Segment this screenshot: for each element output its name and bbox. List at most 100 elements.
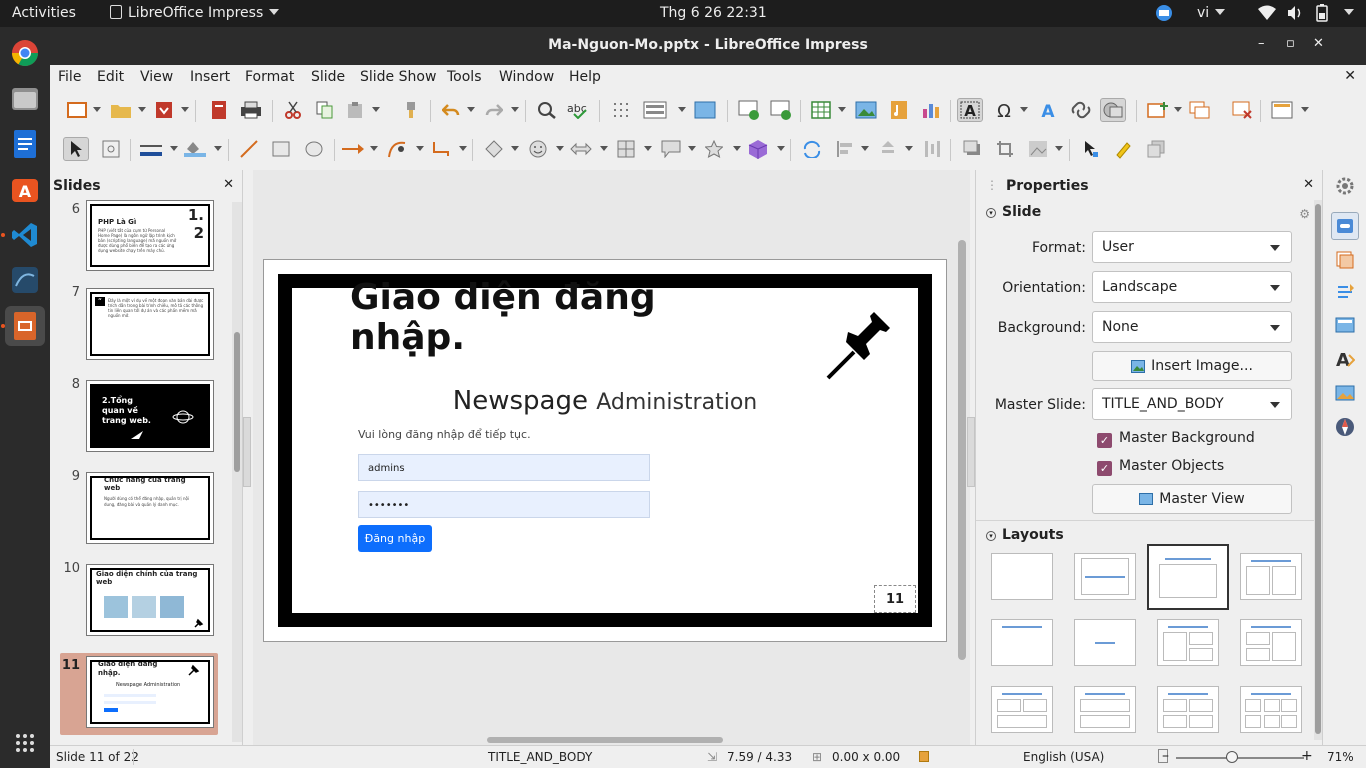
background-select[interactable]: None [1092,311,1292,343]
insert-line-icon[interactable] [236,137,262,161]
chevron-down-icon[interactable] [511,146,519,151]
slide-thumbnail-11[interactable]: 11 Giao diện đăng nhập. Newspage Adminis… [60,653,218,735]
chevron-down-icon[interactable] [467,107,475,112]
layout-title-2-content[interactable] [1240,553,1302,600]
chevron-down-icon[interactable] [733,146,741,151]
vertical-scrollbar[interactable] [958,240,966,660]
block-arrows-icon[interactable] [568,137,594,161]
battery-icon[interactable] [1316,4,1328,26]
select-arrow-icon[interactable] [63,137,89,161]
chevron-down-icon[interactable] [1055,146,1063,151]
arrow-line-icon[interactable] [340,137,366,161]
new-document-icon[interactable] [64,98,90,122]
layout-title-4-content[interactable] [1157,686,1219,733]
document-modified-icon[interactable] [919,751,929,762]
menu-edit[interactable]: Edit [97,69,124,85]
menu-help[interactable]: Help [569,69,601,85]
input-method-menu[interactable]: vi [1197,5,1226,21]
properties-deck-icon[interactable] [1331,212,1359,240]
chevron-down-icon[interactable] [138,107,146,112]
chevron-down-icon[interactable] [511,107,519,112]
open-folder-icon[interactable] [108,98,134,122]
zoom-in-button[interactable]: + [1301,748,1313,764]
master-slide-select[interactable]: TITLE_AND_BODY [1092,388,1292,420]
slide-number-field[interactable]: 11 [874,585,916,613]
clone-formatting-icon[interactable] [398,98,424,122]
chevron-down-icon[interactable] [181,107,189,112]
styles-icon[interactable]: A [1331,345,1359,373]
layout-title-6-content[interactable] [1240,686,1302,733]
show-applications-icon[interactable] [5,723,45,763]
slide-counter[interactable]: Slide 11 of 22 [56,750,139,764]
special-character-icon[interactable]: Ω [991,98,1017,122]
stars-icon[interactable] [701,137,727,161]
chevron-down-icon[interactable] [838,107,846,112]
chevron-down-icon[interactable] [777,146,785,151]
menu-tools[interactable]: Tools [447,69,482,85]
format-select[interactable]: User [1092,231,1292,263]
files-icon[interactable] [5,78,45,118]
sidebar-collapse-handle[interactable] [967,417,975,487]
chevron-down-icon[interactable] [459,146,467,151]
master-objects-checkbox[interactable]: ✓ Master Objects [1097,458,1224,476]
minimize-button[interactable]: – [1258,36,1265,51]
software-center-icon[interactable]: A [5,169,45,209]
curve-icon[interactable] [384,137,410,161]
wifi-icon[interactable] [1258,5,1276,25]
save-icon[interactable] [151,98,177,122]
close-window-button[interactable]: ✕ [1313,36,1324,51]
fontwork-icon[interactable]: A [1035,98,1061,122]
slide-edit-area[interactable]: Giao diện đăng nhập. Newspage Administra… [253,170,970,745]
chevron-down-icon[interactable] [861,146,869,151]
navigator-icon[interactable] [1331,413,1359,441]
filter-icon[interactable] [1025,137,1051,161]
slide-thumbnail-7[interactable]: 7 “ Đây là một ví dụ về một đoạn văn bản… [60,285,218,367]
display-views-icon[interactable] [642,98,668,122]
shadow-icon[interactable] [959,137,985,161]
slides-pane-collapse-handle[interactable] [243,417,251,487]
chevron-down-icon[interactable] [1174,107,1182,112]
layout-title-content[interactable] [1147,544,1229,610]
vscode-icon[interactable] [5,215,45,255]
spelling-icon[interactable]: abc [566,98,592,122]
insert-chart-icon[interactable] [918,98,944,122]
copy-icon[interactable] [312,98,338,122]
master-slide-icon[interactable] [692,98,718,122]
horizontal-scrollbar[interactable] [487,737,723,743]
volume-icon[interactable] [1287,5,1303,25]
more-options-icon[interactable]: ⚙ [1299,207,1310,221]
layout-title-only-top[interactable] [991,619,1053,666]
app-menu[interactable]: LibreOffice Impress [110,5,280,21]
chevron-down-icon[interactable] [688,146,696,151]
slide-thumbnail-8[interactable]: 8 2.Tổng quan về trang web. [60,377,218,459]
impress-icon[interactable] [5,306,45,346]
toggle-extrusion-icon[interactable] [1143,137,1169,161]
hyperlink-icon[interactable] [1068,98,1094,122]
cut-icon[interactable] [280,98,306,122]
zoom-pan-icon[interactable] [98,137,124,161]
scrollbar-thumb[interactable] [234,332,240,472]
master-slides-icon[interactable] [1331,311,1359,339]
points-icon[interactable] [1077,137,1103,161]
3d-objects-icon[interactable] [745,137,771,161]
chevron-down-icon[interactable] [1020,107,1028,112]
duplicate-slide-icon[interactable] [1187,98,1213,122]
menu-slide[interactable]: Slide [311,69,345,85]
display-grid-icon[interactable] [608,98,634,122]
insert-audio-video-icon[interactable] [886,98,912,122]
slide-thumbnail-9[interactable]: 9 Chức năng của trang web Người dùng có … [60,469,218,551]
basic-shapes-icon[interactable] [481,137,507,161]
menu-window[interactable]: Window [499,69,554,85]
layout-title-2-content-over-content[interactable] [991,686,1053,733]
writer-icon[interactable] [5,124,45,164]
delete-slide-icon[interactable] [1230,98,1256,122]
screen-share-icon[interactable] [1155,4,1173,26]
slide-layout-icon[interactable] [1269,98,1295,122]
menu-view[interactable]: View [140,69,173,85]
menu-format[interactable]: Format [245,69,294,85]
print-icon[interactable] [238,98,264,122]
clock[interactable]: Thg 6 26 22:31 [660,5,767,21]
insert-image-button[interactable]: Insert Image... [1092,351,1292,381]
chevron-down-icon[interactable] [93,107,101,112]
export-pdf-icon[interactable] [206,98,232,122]
